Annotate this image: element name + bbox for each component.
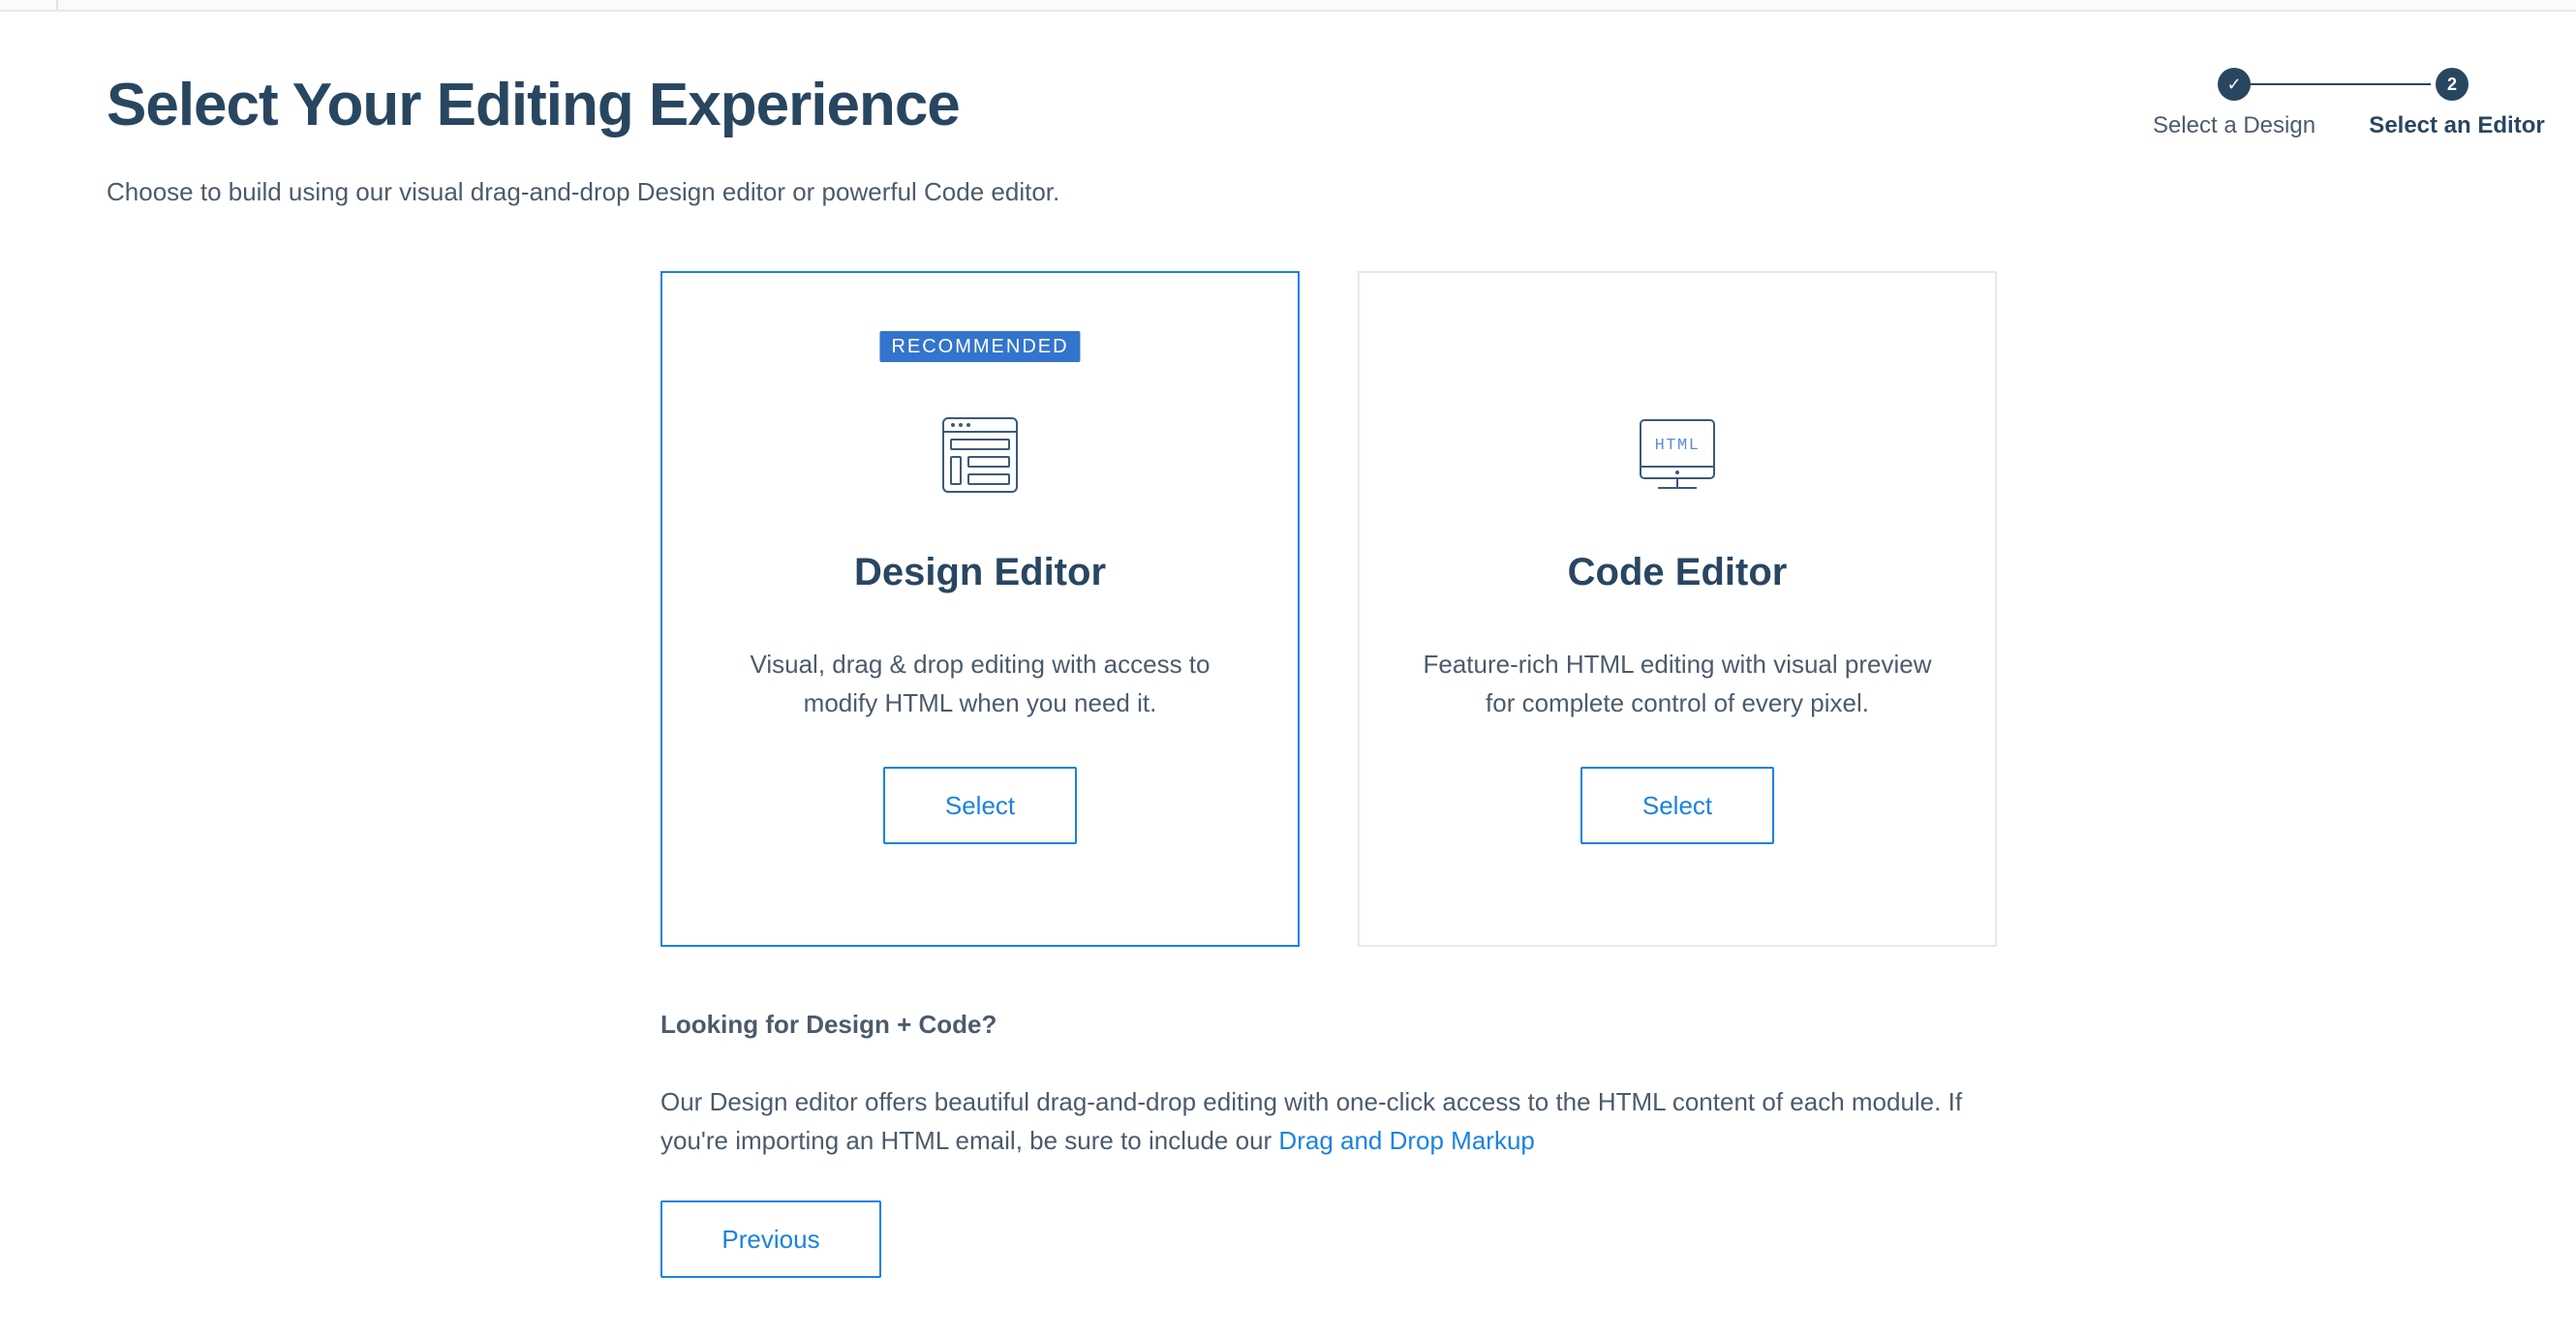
top-bar-divider	[56, 0, 58, 10]
page-title: Select Your Editing Experience	[107, 72, 961, 138]
page-subtitle: Choose to build using our visual drag-an…	[107, 177, 1060, 206]
step-2-label: Select an Editor	[2369, 112, 2545, 138]
design-editor-select-button[interactable]: Select	[883, 767, 1077, 844]
html-monitor-icon: HTML	[1640, 419, 1715, 489]
layout-template-icon	[942, 417, 1018, 493]
code-editor-card[interactable]: HTML Code Editor Feature-rich HTML editi…	[1358, 271, 1997, 947]
code-editor-title: Code Editor	[1567, 551, 1788, 593]
code-editor-description: Feature-rich HTML editing with visual pr…	[1423, 650, 1932, 717]
stepper-connector-line	[2237, 83, 2431, 85]
code-editor-select-button[interactable]: Select	[1580, 767, 1774, 844]
design-plus-code-heading: Looking for Design + Code?	[660, 1010, 997, 1039]
drag-and-drop-markup-link[interactable]: Drag and Drop Markup	[1278, 1126, 1534, 1155]
step-2-number: 2	[2436, 68, 2469, 101]
previous-button[interactable]: Previous	[660, 1200, 881, 1278]
progress-stepper: ✓ 2 Select a Design Select an Editor	[2121, 64, 2576, 151]
design-editor-card[interactable]: RECOMMENDED Design Editor Visual, drag &…	[660, 271, 1300, 947]
design-editor-title: Design Editor	[853, 551, 1107, 593]
top-bar	[0, 0, 2576, 12]
html-icon-text: HTML	[1655, 437, 1701, 455]
step-1-check-icon: ✓	[2218, 68, 2251, 101]
step-1-label[interactable]: Select a Design	[2153, 110, 2315, 141]
recommended-badge: RECOMMENDED	[879, 331, 1081, 362]
page: Select Your Editing Experience Choose to…	[0, 0, 2576, 1336]
design-plus-code-text: Our Design editor offers beautiful drag-…	[660, 1082, 2016, 1160]
design-editor-description: Visual, drag & drop editing with access …	[750, 650, 1211, 717]
